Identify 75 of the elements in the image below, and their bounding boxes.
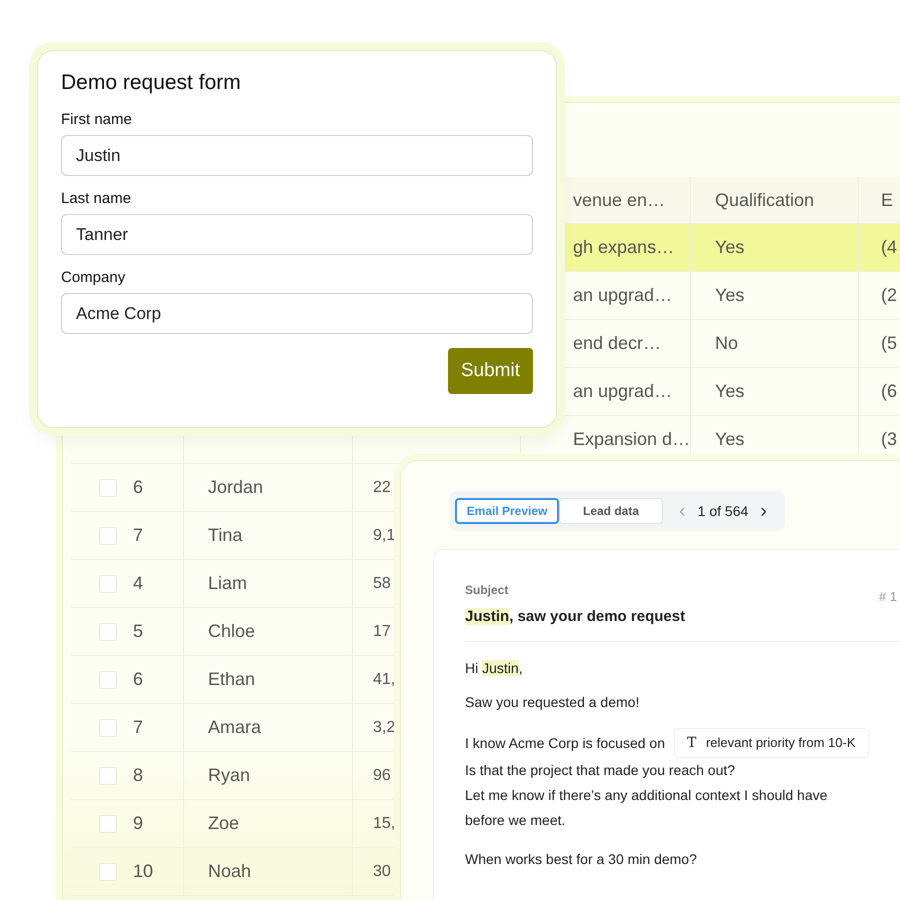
table-cell: 17 — [373, 622, 391, 640]
next-button[interactable]: › — [748, 500, 779, 522]
table-cell: (2 — [881, 285, 898, 306]
row-number: 9 — [133, 813, 144, 834]
row-number: 4 — [133, 573, 144, 594]
input-field[interactable]: Justin — [61, 135, 533, 176]
tab[interactable]: Lead data — [559, 498, 663, 524]
table-cell: 96 — [373, 766, 391, 784]
row-number: 6 — [133, 477, 144, 498]
table-cell: 15, — [373, 814, 396, 832]
field-label: First name — [61, 111, 133, 128]
table-cell: No — [715, 333, 738, 354]
table-cell: (3 — [881, 429, 898, 450]
row-checkbox[interactable] — [99, 814, 117, 832]
page-counter: 1 of 564 — [698, 503, 748, 519]
body-text: I know Acme Corp is focused on — [465, 735, 665, 751]
table-cell: (5 — [881, 333, 898, 354]
row-number: 5 — [133, 621, 144, 642]
table-cell: Ryan — [208, 765, 250, 786]
subject-label: Subject — [465, 583, 508, 599]
row-checkbox[interactable] — [99, 478, 117, 496]
email-subject: Justin, saw your demo request — [465, 608, 686, 625]
table-cell: Zoe — [208, 813, 240, 834]
row-number: 7 — [133, 717, 144, 738]
row-number: 8 — [133, 765, 144, 786]
table-cell: Amara — [208, 717, 262, 738]
input-field[interactable]: Acme Corp — [61, 293, 533, 334]
input-field[interactable]: Tanner — [61, 214, 533, 255]
table-cell: end decr… — [573, 333, 662, 354]
table-cell: Tina — [208, 525, 242, 546]
row-checkbox[interactable] — [99, 862, 117, 880]
table-cell: Noah — [208, 861, 252, 882]
table-cell: Yes — [715, 237, 744, 258]
table-cell: Chloe — [208, 621, 256, 642]
row-number: 6 — [133, 669, 144, 690]
row-checkbox[interactable] — [99, 766, 117, 784]
table-cell: an upgrad… — [573, 381, 672, 402]
variable-chip[interactable]: T relevant priority from 10-K — [674, 728, 869, 758]
table-cell: Expansion d… — [573, 429, 690, 450]
field-label: Last name — [61, 190, 132, 207]
table-cell: (4 — [881, 237, 898, 258]
table-cell: an upgrad… — [573, 285, 672, 306]
table-cell: 9,1 — [373, 526, 396, 544]
row-checkbox[interactable] — [99, 622, 117, 640]
field-label: Company — [61, 269, 126, 286]
row-checkbox[interactable] — [99, 670, 117, 688]
table-cell: Yes — [715, 429, 744, 450]
table-cell: Yes — [715, 285, 744, 306]
row-checkbox[interactable] — [99, 718, 117, 736]
column-header[interactable]: venue en… — [573, 190, 666, 210]
table-cell: 30 — [373, 862, 391, 880]
body-text: Is that the project that made you reach out? — [465, 761, 736, 780]
table-cell: 41, — [373, 670, 396, 688]
row-checkbox[interactable] — [99, 574, 117, 592]
table-cell: 22 — [373, 478, 391, 496]
column-header[interactable]: Qualification — [715, 190, 814, 210]
table-cell: Yes — [715, 381, 744, 402]
row-checkbox[interactable] — [99, 526, 117, 544]
greeting-text: Hi Justin, — [465, 660, 524, 676]
table-cell: gh expans… — [573, 237, 674, 258]
row-number: 7 — [133, 525, 144, 546]
body-text: Let me know if there’s any additional context I should have before we meet. — [465, 786, 828, 830]
row-number: 10 — [133, 861, 154, 882]
submit-button[interactable]: Submit — [448, 348, 533, 394]
table-cell: Jordan — [208, 477, 264, 498]
table-cell: 58 — [373, 574, 391, 592]
form-title: Demo request form — [61, 71, 242, 95]
column-header[interactable]: E — [881, 190, 894, 210]
table-cell: (6 — [881, 381, 898, 402]
body-text: When works best for a 30 min demo? — [465, 851, 698, 867]
table-cell: Ethan — [208, 669, 256, 690]
table-cell: 3,2 — [373, 718, 396, 736]
body-text: Saw you requested a demo! — [465, 694, 640, 710]
counter-text: # 1 — [878, 589, 897, 604]
table-cell: Liam — [208, 573, 248, 594]
